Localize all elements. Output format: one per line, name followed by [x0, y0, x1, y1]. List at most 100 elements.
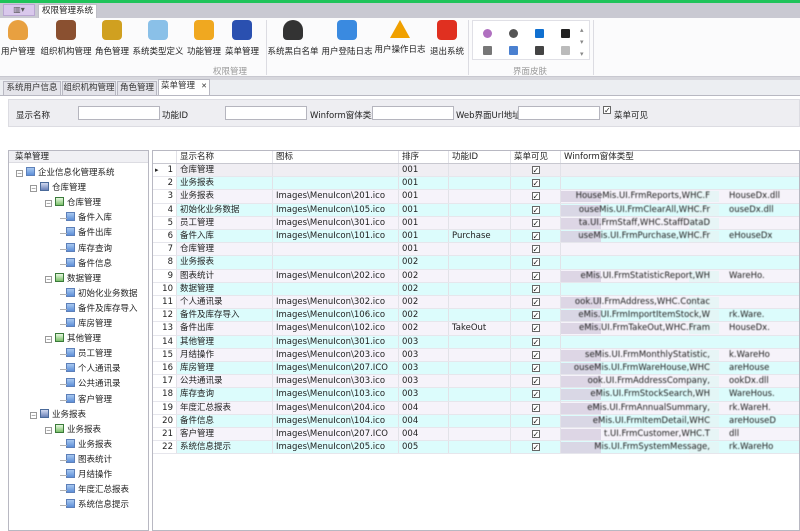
- tree-node[interactable]: 备件信息: [66, 257, 112, 270]
- tree-node[interactable]: 库房管理: [66, 318, 112, 330]
- cell-icon[interactable]: Images\MenuIcon\204.ico: [273, 401, 399, 414]
- tree-node[interactable]: − 数据管理: [45, 272, 101, 285]
- visible-checkbox[interactable]: ✓: [531, 390, 540, 399]
- table-row[interactable]: 12 备件及库存导入 Images\MenuIcon\106.ico 002 ✓ eMis…: [153, 309, 799, 323]
- cell-name[interactable]: 业务报表: [177, 190, 273, 203]
- collapse-icon[interactable]: −: [30, 185, 37, 193]
- skin-office-white-icon[interactable]: [483, 46, 492, 55]
- visible-checkbox[interactable]: ✓: [531, 324, 540, 333]
- cell-name[interactable]: 图表统计: [177, 269, 273, 282]
- tab-3[interactable]: 角色管理: [117, 81, 157, 95]
- table-row[interactable]: 5 员工管理 Images\MenuIcon\301.ico 001 ✓ ta.UI.Fr…: [153, 216, 799, 230]
- cell-fid[interactable]: [449, 243, 511, 256]
- skin-metro-dark-icon[interactable]: [535, 46, 544, 55]
- cell-fid[interactable]: [449, 164, 511, 177]
- cell-name[interactable]: 仓库管理: [177, 243, 273, 256]
- cell-sort[interactable]: 004: [399, 428, 449, 441]
- visible-checkbox[interactable]: ✓: [531, 364, 540, 373]
- cell-visible[interactable]: ✓: [511, 362, 561, 375]
- cell-winform[interactable]: [561, 336, 799, 348]
- cell-winform[interactable]: [561, 283, 799, 295]
- cell-sort[interactable]: 001: [399, 230, 449, 243]
- ribbon-button-8[interactable]: 用户登陆日志: [317, 20, 377, 60]
- cell-fid[interactable]: [449, 388, 511, 401]
- cell-sort[interactable]: 002: [399, 322, 449, 335]
- table-row[interactable]: 15 月结操作 Images\MenuIcon\203.ico 003 ✓ seMis.U…: [153, 348, 799, 362]
- cell-name[interactable]: 仓库管理: [177, 164, 273, 177]
- cell-visible[interactable]: ✓: [511, 335, 561, 348]
- cell-name[interactable]: 数据管理: [177, 282, 273, 295]
- tree-node[interactable]: 初始化业务数据: [66, 287, 138, 300]
- cell-winform[interactable]: [561, 243, 799, 255]
- tree-node[interactable]: − 仓库管理: [30, 182, 86, 194]
- cell-fid[interactable]: [449, 216, 511, 229]
- cell-visible[interactable]: ✓: [511, 414, 561, 427]
- cell-visible[interactable]: ✓: [511, 256, 561, 269]
- cell-fid[interactable]: Purchase: [449, 230, 511, 243]
- cell-winform[interactable]: ouseMis.UI.FrmClearAll,WHC.Fr ouseDx.dll: [561, 204, 799, 216]
- tree-node[interactable]: 年度汇总报表: [66, 484, 129, 496]
- tree-node[interactable]: − 仓库管理: [45, 197, 101, 209]
- visible-checkbox[interactable]: ✓: [531, 232, 540, 241]
- tree-node[interactable]: − 业务报表: [30, 408, 86, 421]
- visible-checkbox[interactable]: ✓: [531, 179, 540, 188]
- cell-winform[interactable]: ook.UI.FrmAddress,WHC.Contac: [561, 296, 799, 308]
- cell-fid[interactable]: [449, 335, 511, 348]
- visible-checkbox[interactable]: ✓: [531, 205, 540, 214]
- tab-4[interactable]: 菜单管理 ✕: [158, 79, 210, 95]
- cell-icon[interactable]: [273, 282, 399, 295]
- cell-visible[interactable]: ✓: [511, 177, 561, 190]
- table-row[interactable]: 14 其他管理 Images\MenuIcon\301.ico 003 ✓: [153, 335, 799, 349]
- visible-checkbox[interactable]: ✓: [531, 337, 540, 346]
- tree-node[interactable]: − 其他管理: [45, 333, 101, 345]
- collapse-icon[interactable]: −: [45, 200, 52, 208]
- tree-node[interactable]: 个人通讯录: [66, 363, 121, 375]
- visible-checkbox[interactable]: ✓: [531, 311, 540, 320]
- cell-name[interactable]: 年度汇总报表: [177, 401, 273, 414]
- cell-icon[interactable]: Images\MenuIcon\301.ico: [273, 335, 399, 348]
- cell-name[interactable]: 备件入库: [177, 230, 273, 243]
- menu-visible-checkbox[interactable]: ✓: [603, 106, 611, 115]
- cell-icon[interactable]: Images\MenuIcon\207.ICO: [273, 362, 399, 375]
- tree-node[interactable]: 备件入库: [66, 212, 112, 224]
- cell-name[interactable]: 客户管理: [177, 428, 273, 441]
- cell-icon[interactable]: Images\MenuIcon\303.ico: [273, 375, 399, 388]
- cell-visible[interactable]: ✓: [511, 296, 561, 309]
- cell-sort[interactable]: 002: [399, 309, 449, 322]
- table-row[interactable]: 17 公共通讯录 Images\MenuIcon\303.ico 003 ✓ ook.UI…: [153, 375, 799, 389]
- visible-checkbox[interactable]: ✓: [531, 350, 540, 359]
- cell-fid[interactable]: [449, 190, 511, 203]
- column-header[interactable]: Winform窗体类型: [561, 151, 799, 163]
- cell-winform[interactable]: ta.UI.FrmStaff,WHC.StaffDataD: [561, 217, 799, 229]
- collapse-icon[interactable]: −: [45, 275, 52, 283]
- tree-node[interactable]: 公共通讯录: [66, 378, 121, 390]
- visible-checkbox[interactable]: ✓: [531, 403, 540, 412]
- visible-checkbox[interactable]: ✓: [531, 416, 540, 425]
- cell-winform[interactable]: [561, 177, 799, 189]
- table-row[interactable]: 16 库房管理 Images\MenuIcon\207.ICO 003 ✓ ouseMis…: [153, 362, 799, 376]
- cell-sort[interactable]: 001: [399, 190, 449, 203]
- table-row[interactable]: 6 备件入库 Images\MenuIcon\101.ico 001 Purchase ✓…: [153, 230, 799, 244]
- cell-icon[interactable]: [273, 164, 399, 177]
- skin-metro-light-icon[interactable]: [561, 46, 570, 55]
- visible-checkbox[interactable]: ✓: [531, 430, 540, 439]
- skin-dark-icon[interactable]: [509, 29, 518, 38]
- cell-visible[interactable]: ✓: [511, 230, 561, 243]
- cell-icon[interactable]: Images\MenuIcon\104.ico: [273, 414, 399, 427]
- cell-name[interactable]: 备件出库: [177, 322, 273, 335]
- cell-winform[interactable]: eMis.UI.FrmStockSearch,WH WareHous.: [561, 388, 799, 401]
- skin-office-black-icon[interactable]: [561, 29, 570, 38]
- cell-visible[interactable]: ✓: [511, 441, 561, 454]
- cell-sort[interactable]: 002: [399, 256, 449, 269]
- cell-sort[interactable]: 004: [399, 401, 449, 414]
- column-header[interactable]: 图标: [273, 151, 399, 164]
- cell-sort[interactable]: 002: [399, 282, 449, 295]
- table-row[interactable]: 10 数据管理 002 ✓: [153, 282, 799, 296]
- app-menu-button[interactable]: ▥▾: [3, 4, 35, 16]
- cell-sort[interactable]: 003: [399, 362, 449, 375]
- cell-name[interactable]: 月结操作: [177, 348, 273, 361]
- cell-fid[interactable]: [449, 309, 511, 322]
- table-row[interactable]: 20 备件信息 Images\MenuIcon\104.ico 004 ✓ eMis.UI…: [153, 414, 799, 428]
- skin-purple-icon[interactable]: [483, 29, 492, 38]
- cell-fid[interactable]: [449, 177, 511, 190]
